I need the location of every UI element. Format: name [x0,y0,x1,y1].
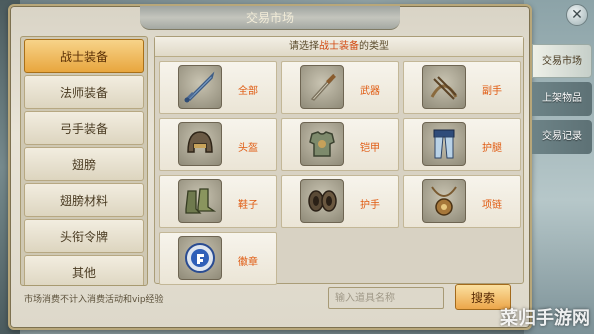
item-type-weapon[interactable]: 武器 [281,61,399,114]
item-search-input[interactable] [328,287,444,309]
item-type-boots[interactable]: 鞋子 [159,175,277,228]
category-title-tokens[interactable]: 头衔令牌 [24,219,144,253]
offhand-icon [422,65,466,109]
category-wing-materials[interactable]: 翅膀材料 [24,183,144,217]
category-list: 战士装备 法师装备 弓手装备 翅膀 翅膀材料 头衔令牌 其他 [20,36,148,286]
boots-icon [178,179,222,223]
item-type-offhand[interactable]: 副手 [403,61,521,114]
item-type-label: 鞋子 [238,200,258,211]
item-type-label: 护腿 [482,143,502,154]
armor-icon [300,122,344,166]
header-highlight: 战士装备 [319,41,359,52]
item-type-gauntlet[interactable]: 护手 [281,175,399,228]
helmet-icon [178,122,222,166]
category-archer-equipment[interactable]: 弓手装备 [24,111,144,145]
header-prefix: 请选择 [289,41,319,52]
right-tab-bar: 交易市场 上架物品 交易记录 [532,44,592,158]
gauntlet-icon [300,179,344,223]
item-type-helmet[interactable]: 头盔 [159,118,277,171]
close-button[interactable]: ✕ [566,4,588,26]
item-type-label: 铠甲 [360,143,380,154]
category-mage-equipment[interactable]: 法师装备 [24,75,144,109]
item-type-label: 头盔 [238,143,258,154]
item-type-label: 全部 [238,86,258,97]
tab-trading-market[interactable]: 交易市场 [532,44,592,78]
item-type-label: 徽章 [238,257,258,268]
necklace-icon [422,179,466,223]
site-watermark: 菜归手游网 [500,308,590,329]
close-icon: ✕ [571,7,583,23]
item-type-label: 护手 [360,200,380,211]
window-title: 交易市场 [140,6,400,30]
category-wings[interactable]: 翅膀 [24,147,144,181]
header-suffix: 的类型 [359,41,389,52]
item-type-badge[interactable]: 徽章 [159,232,277,285]
item-type-panel: 请选择战士装备的类型 全部 武器 副手 头盔 铠甲 护腿 鞋子 护手 项链 徽章 [154,36,524,285]
item-type-header: 请选择战士装备的类型 [155,37,523,57]
tab-trade-history[interactable]: 交易记录 [532,120,592,154]
item-type-label: 副手 [482,86,502,97]
category-warrior-equipment[interactable]: 战士装备 [24,39,144,73]
sword-icon [178,65,222,109]
weapon-icon [300,65,344,109]
badge-icon [178,236,222,280]
item-type-armor[interactable]: 铠甲 [281,118,399,171]
item-type-label: 项链 [482,200,502,211]
legguard-icon [422,122,466,166]
item-type-leg-guard[interactable]: 护腿 [403,118,521,171]
item-type-necklace[interactable]: 项链 [403,175,521,228]
footer-note: 市场消费不计入消费活动和vip经验 [24,295,164,305]
item-type-all[interactable]: 全部 [159,61,277,114]
tab-list-items[interactable]: 上架物品 [532,82,592,116]
item-type-grid: 全部 武器 副手 头盔 铠甲 护腿 鞋子 护手 项链 徽章 [159,61,521,285]
category-other[interactable]: 其他 [24,255,144,285]
item-type-label: 武器 [360,86,380,97]
